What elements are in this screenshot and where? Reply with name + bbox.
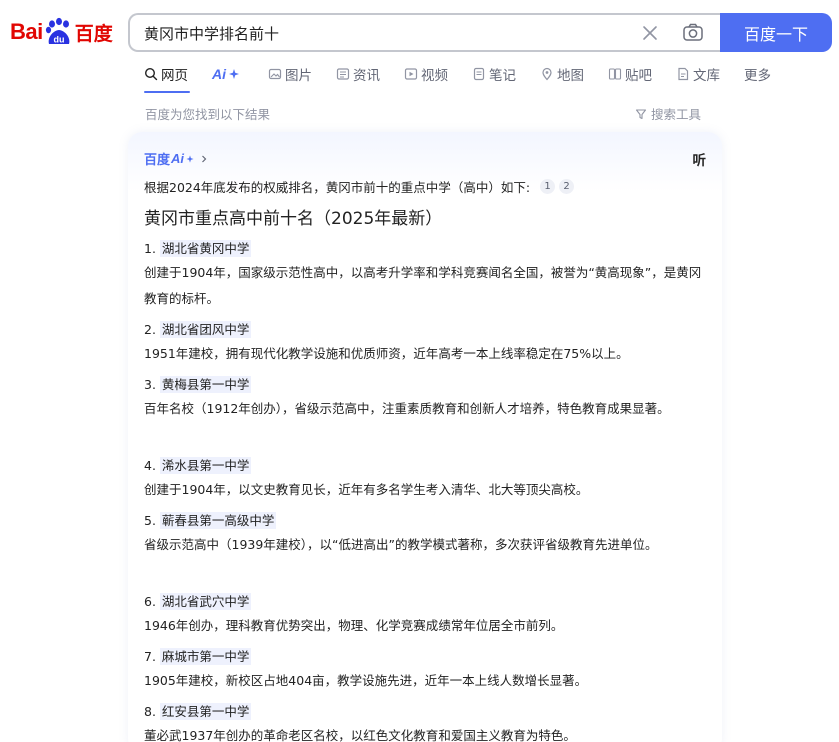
tab-wenku[interactable]: 文库 <box>676 64 720 84</box>
list-item-title: 3. 黄梅县第一中学 <box>144 374 252 393</box>
list-item-desc: 董必武1937年创办的革命老区名校，以红色文化教育和爱国主义教育为特色。 <box>144 728 576 742</box>
image-icon <box>268 68 282 80</box>
baidu-logo[interactable]: Bai du 百度 <box>10 14 113 50</box>
camera-icon[interactable] <box>682 22 704 44</box>
tab-label: 地图 <box>557 68 584 84</box>
tab-label: 笔记 <box>489 68 516 84</box>
tab-news[interactable]: 资讯 <box>336 64 380 84</box>
citation-badge[interactable]: 2 <box>559 179 575 194</box>
ai-card-title: 黄冈市重点高中前十名（2025年最新） <box>144 209 443 229</box>
list-item-desc: 百年名校（1912年创办），省级示范高中，注重素质教育和创新人才培养，特色教育成… <box>144 401 670 416</box>
school-name[interactable]: 麻城市第一中学 <box>159 648 252 665</box>
list-item-number: 5. <box>144 513 156 528</box>
logo-text-bai: Bai <box>10 19 43 44</box>
ai-card-brand-ai: Ai <box>171 151 185 166</box>
list-item-title: 5. 蕲春县第一高级中学 <box>144 510 277 529</box>
news-icon <box>336 68 350 80</box>
school-name[interactable]: 黄梅县第一中学 <box>159 376 252 393</box>
tab-label: Ai <box>212 66 226 82</box>
list-item-number: 2. <box>144 322 156 337</box>
ai-answer-card: 百度 Ai 听 根据2024年底发布的权威排名，黄冈市前十的重点中学（高中）如下… <box>128 132 722 742</box>
logo-text-du: du <box>53 35 64 45</box>
list-item-title: 1. 湖北省黄冈中学 <box>144 238 252 257</box>
list-item-desc: 创建于1904年，以文史教育见长，近年有多名学生考入清华、北大等顶尖高校。 <box>144 482 589 497</box>
school-name[interactable]: 浠水县第一中学 <box>159 457 252 474</box>
tab-label: 资讯 <box>353 68 380 84</box>
logo-text-baidu: 百度 <box>74 22 113 45</box>
map-icon <box>542 67 552 81</box>
ai-sparkle-icon <box>229 69 239 79</box>
tab-label: 视频 <box>421 68 448 84</box>
list-item-number: 4. <box>144 458 156 473</box>
list-item-title: 6. 湖北省武穴中学 <box>144 591 252 610</box>
list-item-desc: 创建于1904年，国家级示范性高中，以高考升学率和学科竞赛闻名全国，被誉为“黄高… <box>144 265 702 306</box>
ai-sparkle-icon <box>186 154 194 163</box>
search-tools-button[interactable]: 搜索工具 <box>635 104 701 123</box>
citation-badge[interactable]: 1 <box>540 179 556 194</box>
search-button[interactable]: 百度一下 <box>720 13 832 52</box>
listen-button[interactable]: 听 <box>693 149 707 169</box>
tieba-icon <box>608 68 622 80</box>
school-name[interactable]: 红安县第一中学 <box>159 703 252 720</box>
result-count-tip: 百度为您找到以下结果 <box>145 107 271 122</box>
school-name[interactable]: 湖北省武穴中学 <box>159 593 252 610</box>
tab-label: 贴吧 <box>625 68 652 84</box>
video-icon <box>404 68 418 80</box>
tab-label: 文库 <box>693 68 720 84</box>
search-icon <box>144 67 158 81</box>
list-item-number: 3. <box>144 377 156 392</box>
school-name[interactable]: 蕲春县第一高级中学 <box>159 512 277 529</box>
ai-card-header[interactable]: 百度 Ai <box>144 149 209 168</box>
wenku-icon <box>678 67 689 81</box>
school-name[interactable]: 湖北省黄冈中学 <box>159 240 252 257</box>
list-item-number: 8. <box>144 704 156 719</box>
tab-more[interactable]: 更多 <box>744 64 771 84</box>
list-item-title: 2. 湖北省团风中学 <box>144 319 252 338</box>
list-item-desc: 1905年建校，新校区占地404亩，教学设施先进，近年一本上线人数增长显著。 <box>144 673 588 688</box>
paw-logo-icon: du <box>45 17 70 45</box>
school-name[interactable]: 湖北省团风中学 <box>159 321 252 338</box>
tab-label: 更多 <box>744 68 771 84</box>
tab-notes[interactable]: 笔记 <box>472 64 516 84</box>
list-item-title: 8. 红安县第一中学 <box>144 701 252 720</box>
list-item-desc: 省级示范高中（1939年建校），以“低进高出”的教学模式著称，多次获评省级教育先… <box>144 537 658 552</box>
active-tab-indicator <box>144 91 190 93</box>
search-box <box>128 13 720 52</box>
search-input[interactable] <box>144 22 624 44</box>
ai-card-brand: 百度 <box>144 153 171 168</box>
list-item-number: 1. <box>144 241 156 256</box>
note-icon <box>473 67 485 81</box>
tab-tieba[interactable]: 贴吧 <box>608 64 652 84</box>
tab-images[interactable]: 图片 <box>268 64 312 84</box>
filter-icon <box>635 108 647 119</box>
tab-web[interactable]: 网页 <box>144 64 188 84</box>
ai-card-intro: 根据2024年底发布的权威排名，黄冈市前十的重点中学（高中）如下: 1 2 <box>144 177 575 196</box>
clear-icon[interactable] <box>640 23 660 43</box>
list-item-title: 7. 麻城市第一中学 <box>144 646 252 665</box>
list-item-number: 7. <box>144 649 156 664</box>
tab-label: 图片 <box>285 68 312 84</box>
list-item-title: 4. 浠水县第一中学 <box>144 455 252 474</box>
list-item-desc: 1951年建校，拥有现代化教学设施和优质师资，近年高考一本上线率稳定在75%以上… <box>144 346 629 361</box>
search-tools-label: 搜索工具 <box>651 107 702 122</box>
chevron-right-icon <box>202 155 207 162</box>
intro-text: 根据2024年底发布的权威排名，黄冈市前十的重点中学（高中）如下: <box>144 180 531 195</box>
tab-label: 网页 <box>161 68 188 84</box>
list-item-number: 6. <box>144 594 156 609</box>
tab-map[interactable]: 地图 <box>540 64 584 84</box>
tab-ai[interactable]: Ai <box>212 64 244 84</box>
list-item-desc: 1946年创办，理科教育优势突出，物理、化学竞赛成绩常年位居全市前列。 <box>144 618 564 633</box>
tab-video[interactable]: 视频 <box>404 64 448 84</box>
search-tabs: 网页 Ai 图片 资讯 视频 笔记 地图 贴吧 文库 更多 <box>144 64 795 94</box>
